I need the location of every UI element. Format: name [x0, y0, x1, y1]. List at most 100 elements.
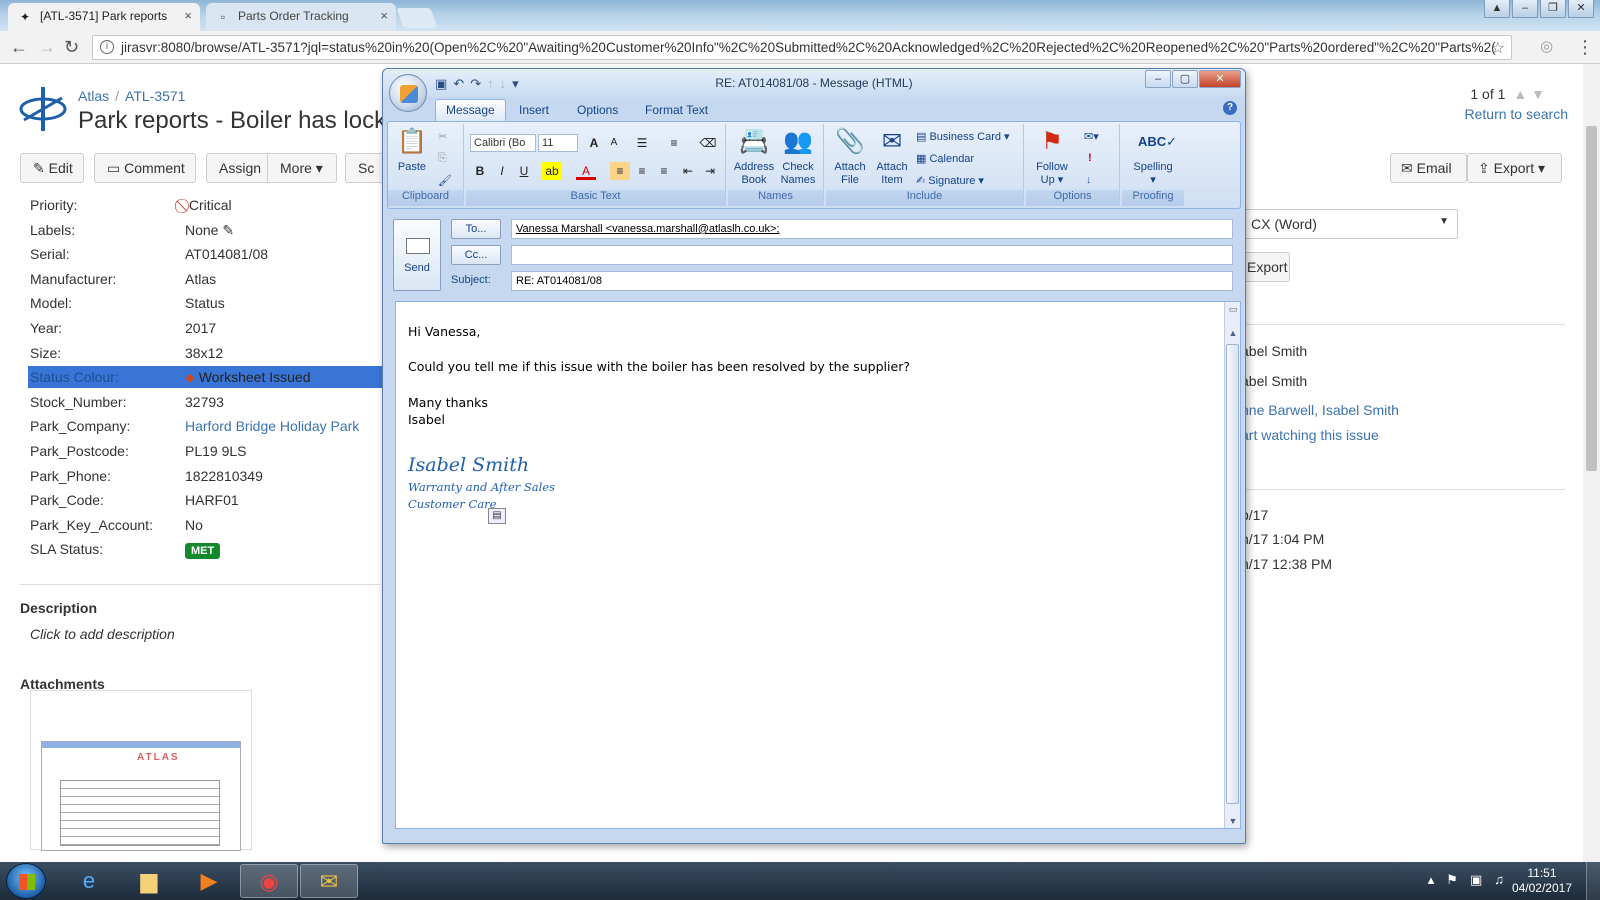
align-right-icon[interactable]: ≡	[654, 162, 674, 180]
maximize-button[interactable]: ▢	[1172, 70, 1198, 88]
to-button[interactable]: To...	[451, 219, 501, 239]
close-tab-icon[interactable]: ×	[380, 8, 388, 23]
body-scrollbar[interactable]: ▭ ▲ ▼	[1224, 302, 1240, 828]
pager-arrows-icon[interactable]: ▲ ▼	[1513, 86, 1545, 102]
extension-icon[interactable]: ◎	[1540, 37, 1553, 55]
decrease-indent-icon[interactable]: ⇤	[678, 162, 698, 180]
font-size-select[interactable]: 11	[538, 134, 578, 152]
tab-format-text[interactable]: Format Text	[635, 101, 718, 119]
tab-atl-3571[interactable]: ✦ [ATL-3571] Park reports ×	[8, 3, 200, 31]
attach-file-button[interactable]: 📎 Attach File	[830, 127, 870, 187]
new-tab-button[interactable]	[396, 8, 438, 28]
park-company-link[interactable]: Harford Bridge Holiday Park	[185, 418, 359, 434]
breadcrumb-issue-key[interactable]: ATL-3571	[125, 88, 185, 104]
back-icon[interactable]: ←	[10, 37, 28, 58]
grow-font-icon[interactable]: A	[584, 134, 604, 152]
export-menu-button[interactable]: ⇪ Export ▾	[1467, 153, 1562, 183]
watchers-value[interactable]: nne Barwell, Isabel Smith	[1241, 402, 1399, 418]
tab-insert[interactable]: Insert	[509, 101, 559, 119]
tab-options[interactable]: Options	[567, 101, 628, 119]
more-button[interactable]: More ▾	[267, 153, 337, 183]
address-book-button[interactable]: 📇 Address Book	[732, 127, 776, 187]
cc-button[interactable]: Cc...	[451, 245, 501, 265]
tab-message[interactable]: Message	[435, 99, 506, 121]
copy-icon[interactable]: ⎘	[438, 152, 447, 165]
shrink-font-icon[interactable]: A	[604, 134, 624, 152]
pencil-icon[interactable]: ✎	[222, 222, 234, 238]
underline-icon[interactable]: U	[514, 162, 534, 180]
breadcrumb-project[interactable]: Atlas	[78, 88, 109, 104]
attachment-thumbnail[interactable]: ATLAS	[30, 690, 252, 851]
show-desktop-button[interactable]	[1586, 862, 1600, 900]
file-explorer-icon[interactable]: ▆	[120, 864, 178, 898]
restore-button[interactable]: ❐	[1540, 0, 1566, 18]
business-card-button[interactable]: ▤ Business Card ▾	[916, 130, 1010, 143]
start-button[interactable]	[6, 863, 46, 899]
minimize-button[interactable]: –	[1512, 0, 1538, 18]
action-center-flag-icon[interactable]: ⚑	[1446, 872, 1458, 888]
taskbar-clock[interactable]: 11:51 04/02/2017	[1512, 866, 1572, 896]
follow-up-button[interactable]: ⚑ Follow Up ▾	[1030, 127, 1074, 187]
export-format-select[interactable]: CX (Word) ▼	[1240, 209, 1458, 239]
bold-icon[interactable]: B	[470, 162, 490, 180]
down-arrow-icon[interactable]: ↓	[500, 76, 507, 92]
chrome-icon[interactable]: ◉	[240, 864, 298, 898]
edit-button[interactable]: ✎ Edit	[20, 153, 84, 183]
comment-button[interactable]: ▭ Comment	[94, 153, 196, 183]
email-button[interactable]: ✉ Email	[1390, 153, 1467, 183]
low-importance-icon[interactable]: ↓	[1086, 174, 1092, 186]
subject-field[interactable]: RE: AT014081/08	[511, 271, 1233, 291]
menu-icon[interactable]: ⋮	[1576, 37, 1594, 58]
align-left-icon[interactable]: ≡	[610, 162, 630, 180]
tab-parts-order-tracking[interactable]: ▫ Parts Order Tracking ×	[206, 3, 396, 31]
check-names-button[interactable]: 👥 Check Names	[776, 127, 820, 187]
outlook-icon[interactable]: ✉	[300, 864, 358, 898]
message-body[interactable]: Hi Vanessa, Could you tell me if this is…	[395, 301, 1241, 829]
network-icon[interactable]: ▣	[1470, 872, 1482, 888]
highlight-icon[interactable]: ab	[542, 162, 562, 180]
close-button[interactable]: ✕	[1568, 0, 1594, 18]
permission-icon[interactable]: ✉▾	[1084, 130, 1099, 143]
to-field[interactable]: Vanessa Marshall <vanessa.marshall@atlas…	[511, 219, 1233, 239]
align-center-icon[interactable]: ≡	[632, 162, 652, 180]
forward-icon[interactable]: →	[38, 37, 56, 58]
clear-formatting-icon[interactable]: ⌫	[698, 134, 718, 152]
paste-options-icon[interactable]: ▤	[488, 508, 506, 524]
scrollbar-thumb[interactable]	[1226, 344, 1239, 804]
bullets-icon[interactable]: ☰	[632, 134, 652, 152]
customize-qat-icon[interactable]: ▾	[512, 76, 519, 92]
redo-icon[interactable]: ↷	[470, 76, 481, 92]
save-icon[interactable]: ▣	[435, 76, 447, 92]
italic-icon[interactable]: I	[492, 162, 512, 180]
address-bar[interactable]: i jirasvr:8080/browse/ATL-3571?jql=statu…	[92, 35, 1512, 60]
up-arrow-icon[interactable]: ↑	[487, 76, 494, 92]
signature-button[interactable]: ✍ Signature ▾	[916, 174, 984, 187]
calendar-button[interactable]: ▦ Calendar	[916, 152, 974, 165]
media-player-icon[interactable]: ▶	[180, 864, 238, 898]
field-value[interactable]: None ✎	[185, 222, 234, 239]
assign-button[interactable]: Assign	[206, 153, 268, 183]
cc-field[interactable]	[511, 245, 1233, 265]
volume-icon[interactable]: ♫	[1494, 872, 1504, 888]
info-icon[interactable]: i	[100, 40, 114, 54]
scroll-up-icon[interactable]: ▲	[1225, 328, 1241, 338]
close-button[interactable]: ✕	[1199, 70, 1241, 88]
user-icon[interactable]: ▲	[1484, 0, 1510, 18]
description-placeholder[interactable]: Click to add description	[30, 626, 175, 642]
cut-icon[interactable]: ✂	[438, 130, 447, 143]
bookmark-star-icon[interactable]: ☆	[1491, 38, 1505, 58]
font-color-icon[interactable]: A	[576, 162, 596, 180]
schedule-button[interactable]: Sc	[345, 153, 385, 183]
help-icon[interactable]: ?	[1223, 101, 1237, 115]
attach-item-button[interactable]: ✉ Attach Item	[872, 127, 912, 187]
office-button[interactable]	[389, 74, 427, 112]
increase-indent-icon[interactable]: ⇥	[700, 162, 720, 180]
font-name-select[interactable]: Calibri (Bo	[470, 134, 536, 152]
high-importance-icon[interactable]: !	[1088, 152, 1092, 164]
format-painter-icon[interactable]: 🖌	[438, 174, 452, 187]
send-button[interactable]: Send	[393, 219, 441, 291]
return-to-search-link[interactable]: Return to search	[1465, 106, 1569, 122]
ruler-toggle-icon[interactable]: ▭	[1225, 304, 1241, 315]
start-watching-link[interactable]: art watching this issue	[1241, 427, 1379, 443]
close-tab-icon[interactable]: ×	[184, 8, 192, 23]
